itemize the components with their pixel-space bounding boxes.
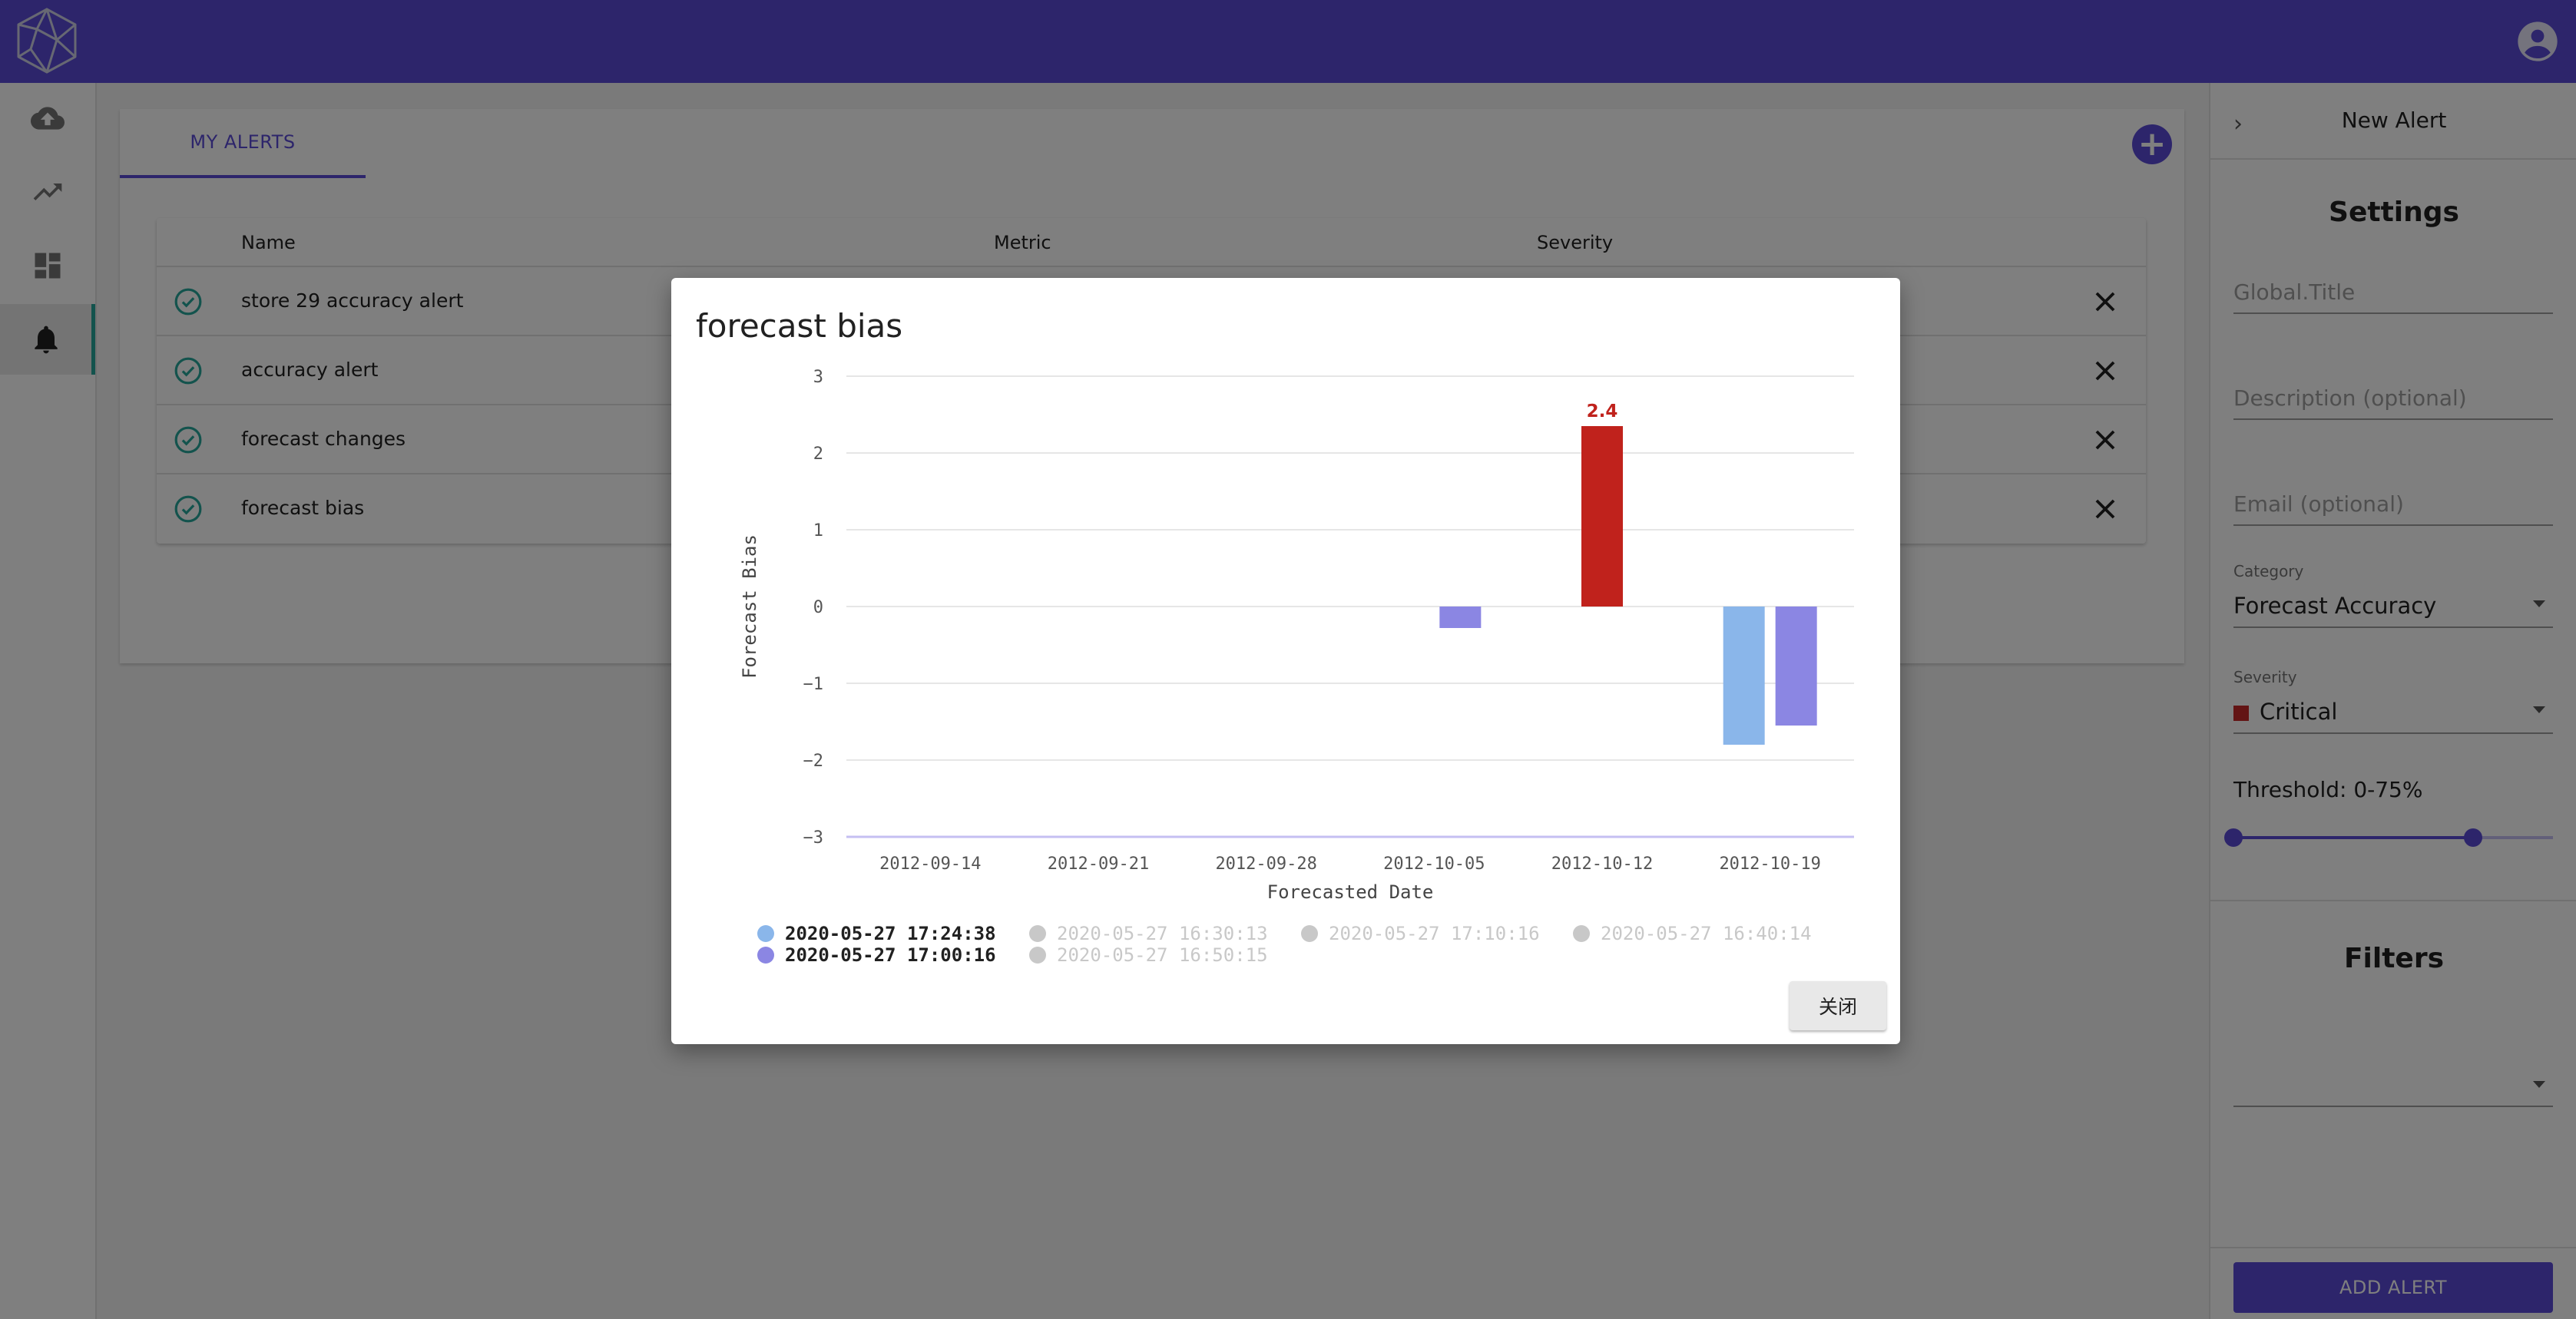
chart-legend: 2020-05-27 17:24:38 2020-05-27 17:00:16 20… bbox=[757, 923, 1833, 969]
y-tick-label: −3 bbox=[803, 828, 824, 848]
y-tick-label: 0 bbox=[813, 598, 823, 617]
x-tick-label: 2012-10-12 bbox=[1551, 855, 1653, 874]
legend-marker bbox=[757, 925, 774, 942]
x-tick-label: 2012-09-21 bbox=[1048, 855, 1149, 874]
close-button[interactable]: 关闭 bbox=[1790, 981, 1886, 1030]
legend-item[interactable]: 2020-05-27 16:40:14 bbox=[1573, 923, 1812, 944]
legend-marker bbox=[1301, 925, 1318, 942]
bar bbox=[1581, 426, 1623, 607]
x-tick-label: 2012-10-19 bbox=[1719, 855, 1820, 874]
legend-item[interactable]: 2020-05-27 17:00:16 bbox=[757, 944, 996, 966]
x-tick-label: 2012-10-05 bbox=[1383, 855, 1485, 874]
x-axis-label: Forecasted Date bbox=[1267, 881, 1434, 903]
legend-item[interactable]: 2020-05-27 17:24:38 bbox=[757, 923, 996, 944]
x-tick-label: 2012-09-28 bbox=[1215, 855, 1316, 874]
y-axis-label: Forecast Bias bbox=[739, 534, 760, 679]
legend-marker bbox=[1573, 925, 1590, 942]
data-label: 2.4 bbox=[1587, 402, 1618, 421]
bar bbox=[1439, 607, 1482, 628]
y-tick-label: 1 bbox=[813, 521, 823, 540]
legend-label: 2020-05-27 16:30:13 bbox=[1057, 923, 1268, 944]
x-tick-label: 2012-09-14 bbox=[879, 855, 981, 874]
y-tick-label: −2 bbox=[803, 752, 824, 771]
bar bbox=[1775, 607, 1817, 726]
legend-item[interactable]: 2020-05-27 16:30:13 bbox=[1029, 923, 1268, 944]
legend-marker bbox=[1029, 947, 1046, 964]
bar bbox=[1723, 607, 1765, 745]
y-tick-label: 2 bbox=[813, 445, 823, 464]
legend-label: 2020-05-27 17:10:16 bbox=[1329, 923, 1540, 944]
legend-label: 2020-05-27 17:00:16 bbox=[785, 944, 996, 966]
legend-label: 2020-05-27 16:40:14 bbox=[1601, 923, 1812, 944]
legend-label: 2020-05-27 17:24:38 bbox=[785, 923, 996, 944]
dialog-title: forecast bias bbox=[696, 307, 903, 345]
legend-label: 2020-05-27 16:50:15 bbox=[1057, 944, 1268, 966]
legend-item[interactable]: 2020-05-27 16:50:15 bbox=[1029, 944, 1268, 966]
legend-marker bbox=[1029, 925, 1046, 942]
legend-item[interactable]: 2020-05-27 17:10:16 bbox=[1301, 923, 1540, 944]
legend-marker bbox=[757, 947, 774, 964]
forecast-bias-chart: 3 2 1 0 −1 −2 −3 2012-09-14 2012-09-21 2012-09-28… bbox=[739, 368, 1854, 903]
y-tick-label: 3 bbox=[813, 368, 823, 387]
y-tick-label: −1 bbox=[803, 675, 824, 694]
forecast-bias-dialog: forecast bias 3 2 1 0 −1 −2 −3 2012-09-14 2012-0… bbox=[671, 278, 1900, 1044]
